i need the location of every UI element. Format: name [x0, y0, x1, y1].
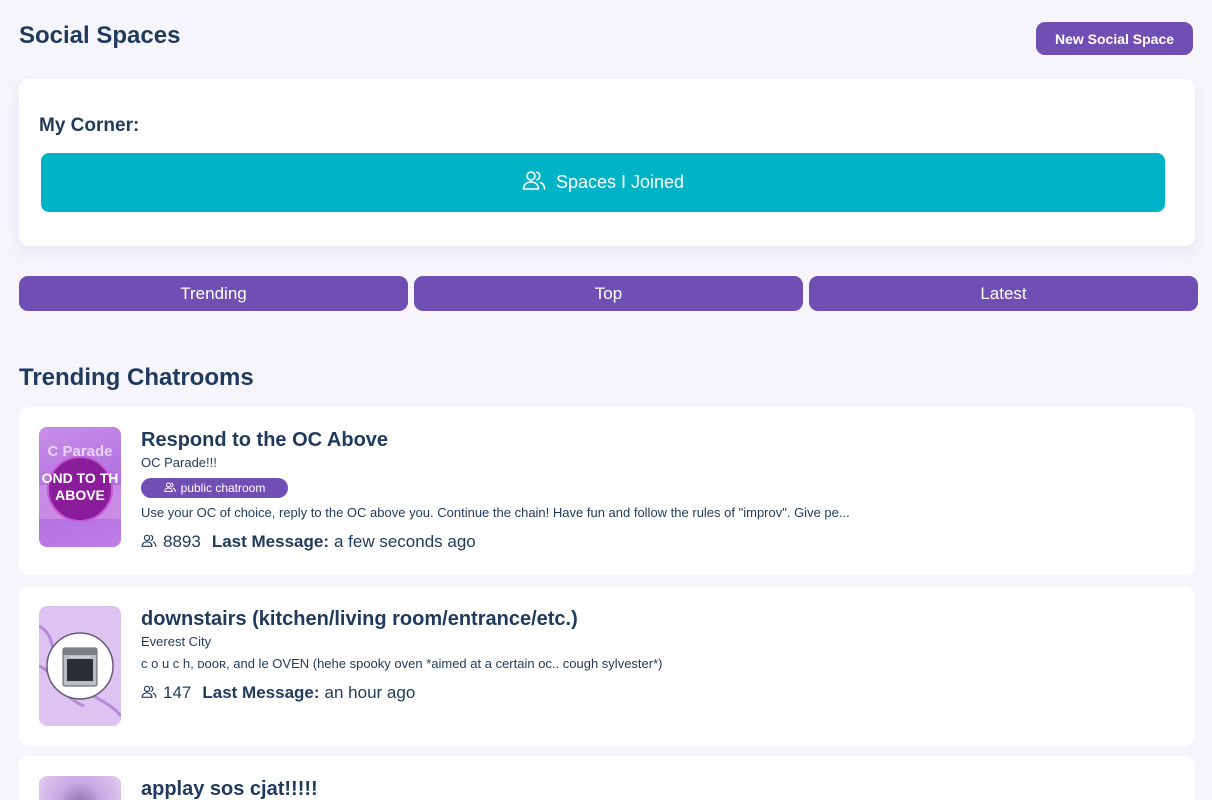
chatroom-thumbnail — [39, 776, 121, 800]
tab-latest[interactable]: Latest — [809, 276, 1198, 311]
last-message-time: an hour ago — [324, 683, 416, 702]
tab-top[interactable]: Top — [414, 276, 803, 311]
people-icon — [141, 683, 163, 703]
chatroom-card[interactable]: C Parade OND TO TH ABOVE Respond to the … — [19, 407, 1195, 575]
my-corner-card: My Corner: Spaces I Joined — [19, 79, 1195, 246]
section-title: Trending Chatrooms — [19, 364, 254, 391]
chatroom-title[interactable]: applay sos cjat!!!!! — [141, 778, 318, 800]
chatroom-description: c o u c h, ᴅᴏᴏʀ, and le OVEN (hehe spook… — [141, 656, 663, 671]
people-icon — [522, 170, 546, 195]
tab-trending[interactable]: Trending — [19, 276, 408, 311]
last-message-label: Last Message: — [202, 683, 320, 702]
chatroom-subtitle: OC Parade!!! — [141, 455, 217, 470]
spaces-i-joined-label: Spaces I Joined — [555, 172, 685, 192]
chatroom-thumbnail — [39, 606, 121, 726]
chatroom-subtitle: Everest City — [141, 634, 212, 649]
chatroom-meta: 147 Last Message: an hour ago — [141, 683, 415, 703]
my-corner-label: My Corner: — [39, 115, 140, 136]
page-title: Social Spaces — [19, 22, 181, 49]
last-message-label: Last Message: — [211, 532, 329, 551]
chatroom-card[interactable]: applay sos cjat!!!!! — [19, 756, 1195, 800]
chatroom-card[interactable]: downstairs (kitchen/living room/entrance… — [19, 586, 1195, 746]
new-social-space-button[interactable]: New Social Space — [1036, 22, 1193, 55]
thumbnail-text-top: C Parade — [47, 443, 113, 460]
badge-label: public chatroom — [180, 481, 266, 495]
people-icon — [141, 532, 163, 552]
chatroom-thumbnail: C Parade OND TO TH ABOVE — [39, 427, 121, 547]
people-icon — [163, 481, 176, 495]
chatroom-title[interactable]: downstairs (kitchen/living room/entrance… — [141, 608, 578, 631]
sort-tabs: Trending Top Latest — [19, 276, 1198, 311]
chatroom-type-badge: public chatroom — [141, 478, 288, 498]
spaces-i-joined-button[interactable]: Spaces I Joined — [41, 153, 1165, 212]
chatroom-description: Use your OC of choice, reply to the OC a… — [141, 505, 850, 520]
thumbnail-text-mid: OND TO TH — [41, 470, 119, 486]
chatroom-title[interactable]: Respond to the OC Above — [141, 429, 388, 452]
last-message-time: a few seconds ago — [334, 532, 476, 551]
member-count: 8893 — [163, 532, 201, 551]
thumbnail-text-bottom: ABOVE — [55, 487, 105, 503]
member-count: 147 — [163, 683, 192, 702]
chatroom-meta: 8893 Last Message: a few seconds ago — [141, 532, 476, 552]
